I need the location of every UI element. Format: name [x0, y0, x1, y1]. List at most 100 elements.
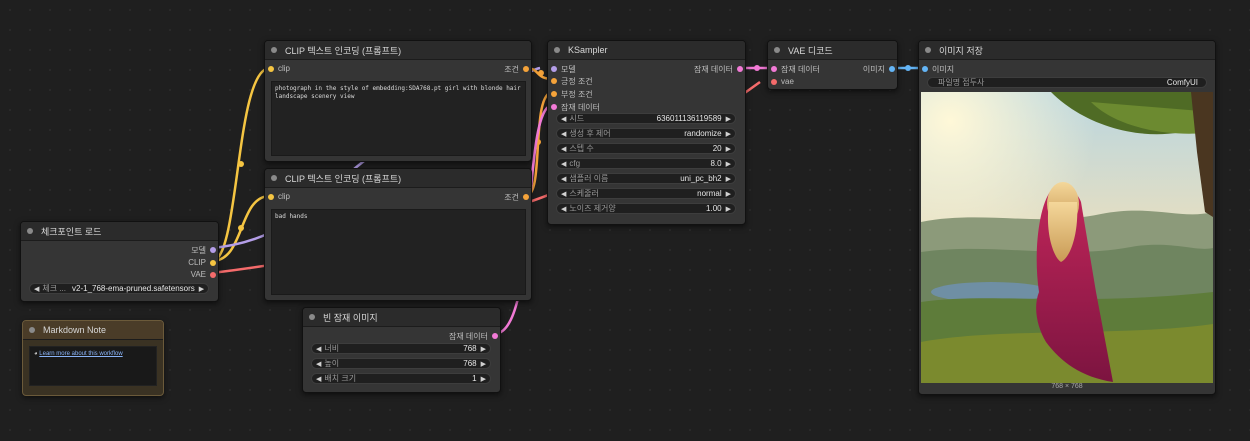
right-arrow-icon[interactable]: ▶: [726, 115, 731, 123]
seed-widget[interactable]: ◀ 시드 636011136119589 ▶: [556, 113, 736, 124]
left-arrow-icon[interactable]: ◀: [561, 160, 566, 168]
left-arrow-icon[interactable]: ◀: [316, 375, 321, 383]
input-latent-socket[interactable]: [771, 66, 777, 72]
widget-value: 20: [712, 144, 722, 153]
node-title-bar[interactable]: CLIP 텍스트 인코딩 (프롬프트): [265, 169, 531, 188]
height-widget[interactable]: ◀ 높이 768 ▶: [311, 358, 491, 369]
left-arrow-icon[interactable]: ◀: [316, 345, 321, 353]
node-title-bar[interactable]: KSampler: [548, 41, 745, 60]
node-title: CLIP 텍스트 인코딩 (프롬프트): [285, 45, 402, 56]
collapse-dot-icon[interactable]: [271, 175, 277, 181]
right-arrow-icon[interactable]: ▶: [726, 205, 731, 213]
ckpt-name-combo[interactable]: ◀ 체크 ... v2-1_768-ema-pruned.safetensors…: [29, 283, 209, 294]
right-arrow-icon[interactable]: ▶: [726, 160, 731, 168]
node-title: 체크포인트 로드: [41, 226, 102, 237]
widget-value: v2-1_768-ema-pruned.safetensors: [72, 284, 195, 293]
left-arrow-icon[interactable]: ◀: [561, 190, 566, 198]
input-clip-socket[interactable]: [268, 194, 274, 200]
output-image-label: 이미지: [862, 65, 885, 74]
cfg-widget[interactable]: ◀ cfg 8.0 ▶: [556, 158, 736, 169]
output-model-socket[interactable]: [210, 247, 216, 253]
output-conditioning-label: 조건: [504, 65, 519, 74]
input-vae-socket[interactable]: [771, 79, 777, 85]
widget-value: 768: [463, 359, 477, 368]
scheduler-widget[interactable]: ◀ 스케줄러 normal ▶: [556, 188, 736, 199]
output-conditioning-socket[interactable]: [523, 194, 529, 200]
sampler-name-widget[interactable]: ◀ 샘플러 이름 uni_pc_bh2 ▶: [556, 173, 736, 184]
node-title-bar[interactable]: CLIP 텍스트 인코딩 (프롬프트): [265, 41, 531, 60]
left-arrow-icon[interactable]: ◀: [561, 115, 566, 123]
widget-label: cfg: [569, 159, 581, 168]
clip-text-encode-negative-node[interactable]: CLIP 텍스트 인코딩 (프롬프트) clip 조건 bad hands: [264, 168, 532, 301]
node-title-bar[interactable]: 체크포인트 로드: [21, 222, 218, 241]
node-title-bar[interactable]: 빈 잠재 이미지: [303, 308, 500, 327]
left-arrow-icon[interactable]: ◀: [561, 130, 566, 138]
steps-widget[interactable]: ◀ 스텝 수 20 ▶: [556, 143, 736, 154]
left-arrow-icon[interactable]: ◀: [561, 145, 566, 153]
output-image-socket[interactable]: [889, 66, 895, 72]
left-arrow-icon[interactable]: ◀: [561, 175, 566, 183]
widget-label: 스케줄러: [569, 189, 599, 198]
collapse-dot-icon[interactable]: [925, 47, 931, 53]
right-arrow-icon[interactable]: ▶: [481, 375, 486, 383]
input-image-socket[interactable]: [922, 66, 928, 72]
denoise-widget[interactable]: ◀ 노이즈 제거양 1.00 ▶: [556, 203, 736, 214]
input-latent-label: 잠재 데이터: [561, 103, 601, 112]
workflow-link[interactable]: Learn more about this workflow: [39, 351, 122, 357]
widget-value: randomize: [684, 129, 722, 138]
right-arrow-icon[interactable]: ▶: [481, 345, 486, 353]
output-vae-socket[interactable]: [210, 272, 216, 278]
right-arrow-icon[interactable]: ▶: [726, 145, 731, 153]
widget-value: 768: [463, 344, 477, 353]
vae-decode-node[interactable]: VAE 디코드 잠재 데이터 vae 이미지: [767, 40, 898, 90]
input-negative-socket[interactable]: [551, 91, 557, 97]
node-title: VAE 디코드: [788, 45, 833, 56]
output-conditioning-label: 조건: [504, 193, 519, 202]
collapse-dot-icon[interactable]: [29, 327, 35, 333]
output-latent-socket[interactable]: [737, 66, 743, 72]
left-arrow-icon[interactable]: ◀: [34, 285, 39, 293]
input-clip-label: clip: [278, 192, 291, 201]
right-arrow-icon[interactable]: ▶: [199, 285, 204, 293]
input-clip-socket[interactable]: [268, 66, 274, 72]
widget-value: 1.00: [706, 204, 722, 213]
output-latent-socket[interactable]: [492, 333, 498, 339]
left-arrow-icon[interactable]: ◀: [561, 205, 566, 213]
markdown-note-node[interactable]: Markdown Note ◕ Learn more about this wo…: [22, 320, 164, 396]
control-after-generate-widget[interactable]: ◀ 생성 후 제어 randomize ▶: [556, 128, 736, 139]
output-conditioning-socket[interactable]: [523, 66, 529, 72]
output-clip-socket[interactable]: [210, 260, 216, 266]
filename-prefix-widget[interactable]: 파일명 접두사 ComfyUI: [927, 77, 1207, 88]
ksampler-node[interactable]: KSampler 모델 긍정 조건 부정 조건 잠재 데이터 잠재 데이터 ◀ 시…: [547, 40, 746, 225]
input-latent-socket[interactable]: [551, 104, 557, 110]
input-clip-label: clip: [278, 64, 291, 73]
collapse-dot-icon[interactable]: [554, 47, 560, 53]
prompt-textarea[interactable]: photograph in the style of embedding:SDA…: [271, 81, 526, 156]
input-positive-label: 긍정 조건: [561, 77, 593, 86]
widget-label: 시드: [569, 114, 585, 123]
collapse-dot-icon[interactable]: [309, 314, 315, 320]
input-model-socket[interactable]: [551, 66, 557, 72]
clip-text-encode-positive-node[interactable]: CLIP 텍스트 인코딩 (프롬프트) clip 조건 photograph i…: [264, 40, 532, 162]
right-arrow-icon[interactable]: ▶: [481, 360, 486, 368]
collapse-dot-icon[interactable]: [271, 47, 277, 53]
width-widget[interactable]: ◀ 너비 768 ▶: [311, 343, 491, 354]
right-arrow-icon[interactable]: ▶: [726, 130, 731, 138]
node-title-bar[interactable]: VAE 디코드: [768, 41, 897, 60]
node-title-bar[interactable]: 이미지 저장: [919, 41, 1215, 60]
right-arrow-icon[interactable]: ▶: [726, 175, 731, 183]
input-positive-socket[interactable]: [551, 78, 557, 84]
collapse-dot-icon[interactable]: [774, 47, 780, 53]
right-arrow-icon[interactable]: ▶: [726, 190, 731, 198]
left-arrow-icon[interactable]: ◀: [316, 360, 321, 368]
widget-label: 높이: [324, 359, 340, 368]
collapse-dot-icon[interactable]: [27, 228, 33, 234]
widget-label: 샘플러 이름: [569, 174, 609, 183]
prompt-textarea[interactable]: bad hands: [271, 209, 526, 295]
empty-latent-image-node[interactable]: 빈 잠재 이미지 잠재 데이터 ◀ 너비 768 ▶ ◀ 높이 768 ▶ ◀ 배치 크기 1 ▶: [302, 307, 501, 393]
save-image-node[interactable]: 이미지 저장 이미지 파일명 접두사 ComfyUI 768 × 768: [918, 40, 1216, 395]
checkpoint-loader-node[interactable]: 체크포인트 로드 모델 CLIP VAE ◀ 체크 ... v2-1_768-e…: [20, 221, 219, 302]
batch-size-widget[interactable]: ◀ 배치 크기 1 ▶: [311, 373, 491, 384]
node-title-bar[interactable]: Markdown Note: [23, 321, 163, 340]
widget-label: 노이즈 제거양: [569, 204, 616, 213]
